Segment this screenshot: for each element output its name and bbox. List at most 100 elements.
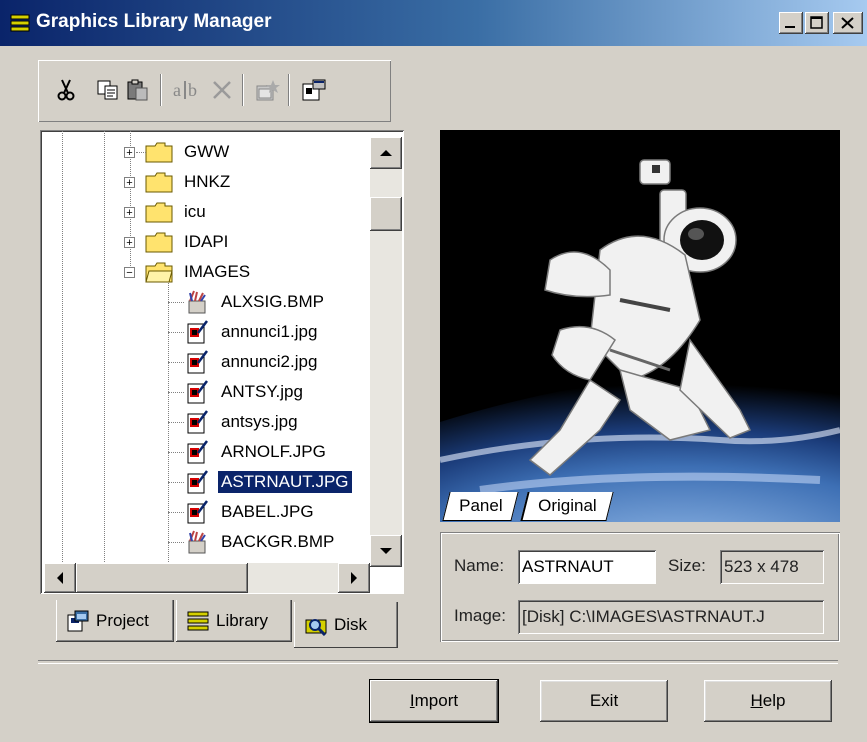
- maximize-button[interactable]: [805, 12, 829, 34]
- tree-item-idapi[interactable]: + IDAPI: [124, 227, 231, 257]
- name-field[interactable]: ASTRNAUT: [518, 550, 656, 584]
- name-label: Name:: [454, 556, 505, 575]
- expand-icon[interactable]: +: [124, 176, 135, 188]
- scroll-left-button[interactable]: [44, 563, 76, 593]
- scroll-up-button[interactable]: [370, 137, 402, 169]
- expand-icon[interactable]: +: [124, 146, 135, 158]
- minimize-button[interactable]: [779, 12, 803, 34]
- tree-item-label: IMAGES: [184, 262, 251, 281]
- astronaut-image: [440, 130, 840, 522]
- rename-icon: ab: [173, 80, 197, 100]
- bmp-file-icon: [188, 290, 206, 314]
- tree-vertical-scrollbar[interactable]: [370, 137, 402, 567]
- paste-button[interactable]: [124, 76, 152, 104]
- import-button[interactable]: Import: [370, 680, 498, 722]
- help-button[interactable]: Help: [704, 680, 832, 722]
- tree-guide: [168, 451, 184, 453]
- tree-item-label: IDAPI: [184, 232, 229, 251]
- image-preview: [440, 130, 840, 522]
- tree-guide: [168, 331, 184, 333]
- size-label: Size:: [668, 556, 706, 575]
- tree-item-images[interactable]: − IMAGES: [124, 257, 253, 287]
- tree-item-file[interactable]: ALXSIG.BMP: [168, 287, 327, 317]
- tree-item-hnkz[interactable]: + HNKZ: [124, 167, 233, 197]
- close-button[interactable]: [833, 12, 863, 34]
- tree-guide: [168, 391, 184, 393]
- delete-button[interactable]: [208, 76, 236, 104]
- tree-item-label: ASTRNAUT.JPG: [218, 471, 352, 493]
- folder-icon: [145, 142, 173, 163]
- tree-item-label: BACKGR.BMP: [221, 532, 335, 551]
- close-icon: [841, 17, 854, 29]
- tree-item-label: HNKZ: [184, 172, 231, 191]
- title-bar[interactable]: Graphics Library Manager: [0, 0, 867, 46]
- arrow-left-icon: [57, 572, 63, 584]
- tree-guide: [62, 130, 63, 562]
- tree-item-label: ARNOLF.JPG: [221, 442, 326, 461]
- toolbar-separator: [242, 74, 244, 106]
- new-item-button[interactable]: [254, 76, 282, 104]
- jpg-file-icon: [187, 500, 208, 524]
- tree-guide: [168, 541, 184, 543]
- maximize-icon: [810, 16, 823, 29]
- rename-button[interactable]: ab: [172, 76, 204, 104]
- tree-item-icu[interactable]: + icu: [124, 197, 209, 227]
- tab-disk[interactable]: Disk: [294, 602, 398, 648]
- tab-project[interactable]: Project: [56, 600, 174, 642]
- divider: [38, 660, 838, 664]
- tab-panel[interactable]: Panel: [442, 492, 520, 521]
- tree-item-label: antsys.jpg: [221, 412, 298, 431]
- tree-guide: [168, 361, 184, 363]
- folder-icon: [145, 202, 173, 223]
- jpg-file-icon: [187, 320, 208, 344]
- tree-item-file[interactable]: annunci2.jpg: [168, 347, 320, 377]
- tree-guide: [168, 421, 184, 423]
- scroll-thumb[interactable]: [76, 563, 248, 593]
- library-icon: [187, 611, 209, 631]
- jpg-file-icon: [187, 410, 208, 434]
- folder-tree[interactable]: + GWW + HNKZ + icu + IDAPI − IMAGES ALXS…: [40, 130, 404, 594]
- jpg-file-icon: [187, 350, 208, 374]
- paste-icon: [127, 79, 148, 101]
- collapse-icon[interactable]: −: [124, 266, 135, 278]
- folder-icon: [145, 232, 173, 253]
- tree-item-file[interactable]: BACKGR.BMP: [168, 527, 337, 557]
- settings-button[interactable]: [300, 76, 328, 104]
- image-info-panel: Name: ASTRNAUT Size: 523 x 478 Image: [D…: [440, 532, 840, 642]
- toolbar-separator: [288, 74, 290, 106]
- minimize-icon: [785, 26, 795, 28]
- cut-button[interactable]: [52, 76, 80, 104]
- tree-horizontal-scrollbar[interactable]: [44, 563, 370, 593]
- arrow-down-icon: [380, 548, 392, 554]
- app-window: Graphics Library Manager ab + GWW + HNKZ…: [0, 0, 867, 742]
- exit-button[interactable]: Exit: [540, 680, 668, 722]
- tree-item-file[interactable]: ARNOLF.JPG: [168, 437, 329, 467]
- scroll-thumb[interactable]: [370, 197, 402, 231]
- tree-item-label: icu: [184, 202, 206, 221]
- tab-original[interactable]: Original: [520, 492, 614, 521]
- exit-label: Exit: [589, 691, 619, 710]
- copy-button[interactable]: [94, 76, 122, 104]
- tree-item-file[interactable]: BABEL.JPG: [168, 497, 317, 527]
- properties-icon: [256, 80, 280, 101]
- size-field: 523 x 478: [720, 550, 824, 584]
- scroll-down-button[interactable]: [370, 535, 402, 567]
- tree-guide: [104, 130, 105, 562]
- image-path-field: [Disk] C:\IMAGES\ASTRNAUT.J: [518, 600, 824, 634]
- cut-icon: [57, 79, 75, 101]
- tree-item-file-selected[interactable]: ASTRNAUT.JPG: [168, 467, 352, 497]
- tree-item-gww[interactable]: + GWW: [124, 137, 232, 167]
- expand-icon[interactable]: +: [124, 236, 135, 248]
- tree-item-file[interactable]: antsys.jpg: [168, 407, 301, 437]
- tab-label: Panel: [459, 496, 503, 515]
- image-label: Image:: [454, 606, 506, 625]
- expand-icon[interactable]: +: [124, 206, 135, 218]
- tab-library[interactable]: Library: [176, 600, 292, 642]
- tree-item-file[interactable]: ANTSY.jpg: [168, 377, 306, 407]
- copy-icon: [97, 80, 118, 100]
- tree-item-label: BABEL.JPG: [221, 502, 314, 521]
- tree-item-file[interactable]: annunci1.jpg: [168, 317, 320, 347]
- source-tabs: Project Library Disk: [40, 600, 404, 652]
- jpg-file-icon: [187, 470, 208, 494]
- scroll-right-button[interactable]: [338, 563, 370, 593]
